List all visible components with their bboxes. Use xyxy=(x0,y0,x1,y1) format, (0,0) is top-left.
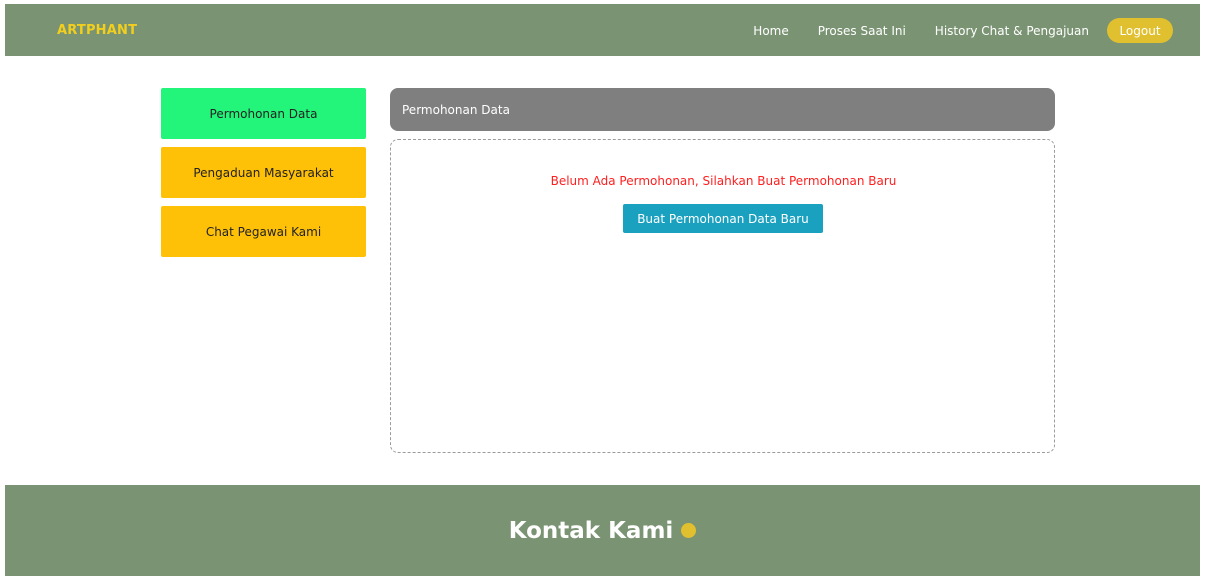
brand-logo[interactable]: ARTPHANT xyxy=(57,23,137,38)
panel-body: Belum Ada Permohonan, Silahkan Buat Perm… xyxy=(390,139,1055,453)
panel-header: Permohonan Data xyxy=(390,88,1055,131)
nav-links: Home Proses Saat Ini History Chat & Peng… xyxy=(753,18,1173,43)
panel-title: Permohonan Data xyxy=(402,102,510,117)
sidebar-item-permohonan-data[interactable]: Permohonan Data xyxy=(161,88,366,139)
logout-button[interactable]: Logout xyxy=(1107,18,1173,43)
dot-icon xyxy=(681,523,697,538)
empty-state-message: Belum Ada Permohonan, Silahkan Buat Perm… xyxy=(550,174,897,188)
sidebar-item-label: Chat Pegawai Kami xyxy=(205,224,322,239)
nav-link-history[interactable]: History Chat & Pengajuan xyxy=(935,24,1089,38)
nav-link-home[interactable]: Home xyxy=(753,24,788,38)
footer: Kontak Kami xyxy=(5,485,1200,576)
top-navbar: ARTPHANT Home Proses Saat Ini History Ch… xyxy=(5,4,1200,56)
sidebar-item-label: Permohonan Data xyxy=(209,106,318,121)
footer-title: Kontak Kami xyxy=(508,517,674,544)
sidebar-item-label: Pengaduan Masyarakat xyxy=(193,165,334,180)
create-request-button[interactable]: Buat Permohonan Data Baru xyxy=(623,204,823,233)
sidebar-item-chat-pegawai[interactable]: Chat Pegawai Kami xyxy=(161,206,366,257)
nav-link-current-process[interactable]: Proses Saat Ini xyxy=(818,24,906,38)
sidebar-item-pengaduan-masyarakat[interactable]: Pengaduan Masyarakat xyxy=(161,147,366,198)
